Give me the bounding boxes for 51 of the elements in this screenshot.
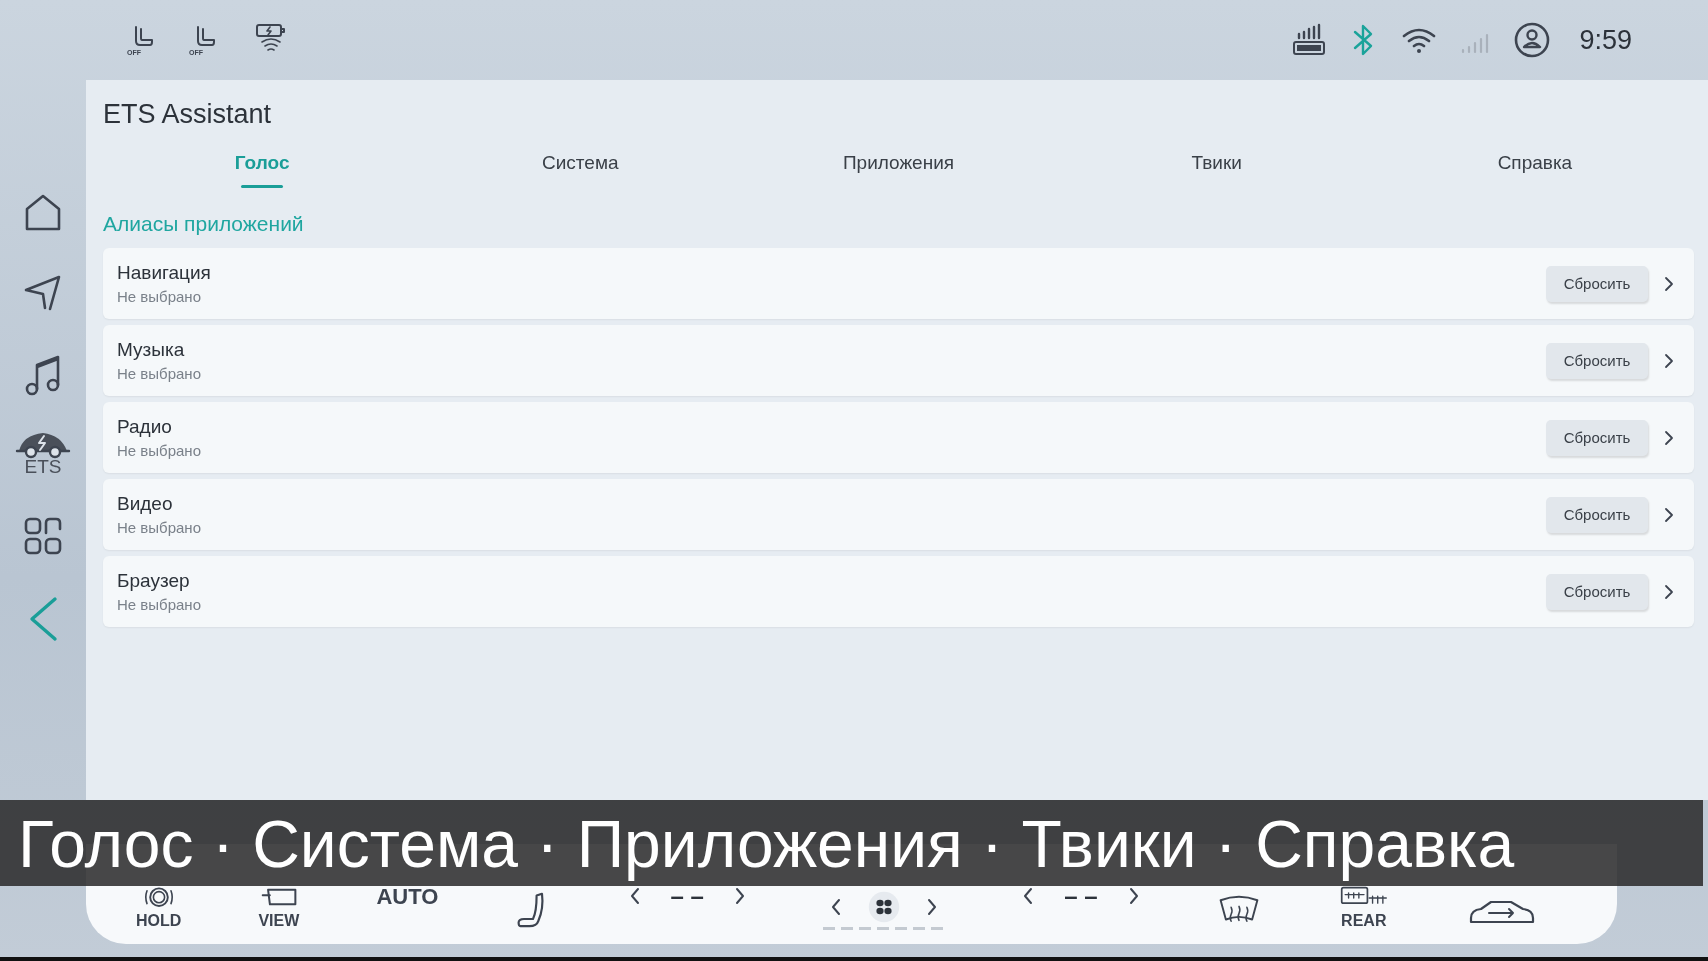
list-item[interactable]: Радио Не выбрано Сбросить [103, 402, 1694, 473]
video-caption: Голос · Система · Приложения · Твики · Справка [0, 800, 1703, 886]
chevron-left-icon[interactable] [1022, 887, 1035, 905]
reset-button[interactable]: Сбросить [1546, 265, 1648, 302]
chevron-left-icon[interactable] [830, 898, 843, 916]
hold-button[interactable]: HOLD [136, 912, 182, 930]
cellular-battery-icon [1291, 22, 1328, 58]
chevron-left-icon[interactable] [628, 887, 641, 905]
chevron-icon [1664, 275, 1674, 292]
reset-button[interactable]: Сбросить [1546, 496, 1648, 533]
item-title: Радио [117, 416, 173, 438]
item-subtitle: Не выбрано [117, 519, 202, 536]
view-button[interactable]: VIEW [258, 912, 300, 930]
reset-button[interactable]: Сбросить [1546, 573, 1648, 610]
chevron-right-icon[interactable] [733, 887, 746, 905]
tab[interactable]: Приложения [739, 148, 1058, 188]
item-title: Браузер [117, 570, 191, 592]
home-icon[interactable] [23, 193, 63, 233]
chevron-icon [1664, 352, 1674, 369]
item-subtitle: Не выбрано [117, 596, 202, 613]
chevron-icon [1664, 583, 1674, 600]
rear-defrost-button[interactable]: REAR [1341, 912, 1387, 930]
chevron-icon [1664, 506, 1674, 523]
tab[interactable]: Справка [1375, 148, 1694, 188]
apps-grid-icon[interactable] [23, 516, 63, 556]
list-item[interactable]: Видео Не выбрано Сбросить [103, 479, 1694, 550]
reset-button[interactable]: Сбросить [1546, 419, 1648, 456]
item-title: Навигация [117, 262, 212, 284]
hold-icon[interactable] [142, 886, 175, 910]
ets-app-button[interactable]: ETS [15, 429, 71, 476]
list-item[interactable]: Навигация Не выбрано Сбросить [103, 248, 1694, 319]
chevron-right-icon[interactable] [1127, 887, 1140, 905]
tab[interactable]: Твики [1057, 148, 1376, 188]
reset-button[interactable]: Сбросить [1546, 342, 1648, 379]
item-title: Музыка [117, 339, 186, 361]
chevron-right-icon[interactable] [926, 898, 939, 916]
list-item[interactable]: Музыка Не выбрано Сбросить [103, 325, 1694, 396]
item-subtitle: Не выбрано [117, 288, 202, 305]
clock-time: 9:59 [1579, 24, 1632, 56]
tab[interactable]: Система [421, 148, 740, 188]
user-icon[interactable] [1513, 21, 1552, 59]
chevron-icon [1664, 429, 1674, 446]
section-title: Алиасы приложений [103, 211, 305, 237]
navigation-icon[interactable] [23, 273, 63, 313]
auto-button[interactable]: AUTO [376, 884, 439, 910]
app-title: ETS Assistant [103, 98, 273, 131]
ets-label: ETS [24, 457, 62, 476]
item-subtitle: Не выбрано [117, 442, 202, 459]
list-item[interactable]: Браузер Не выбрано Сбросить [103, 556, 1694, 627]
item-subtitle: Не выбрано [117, 365, 202, 382]
item-title: Видео [117, 493, 174, 515]
